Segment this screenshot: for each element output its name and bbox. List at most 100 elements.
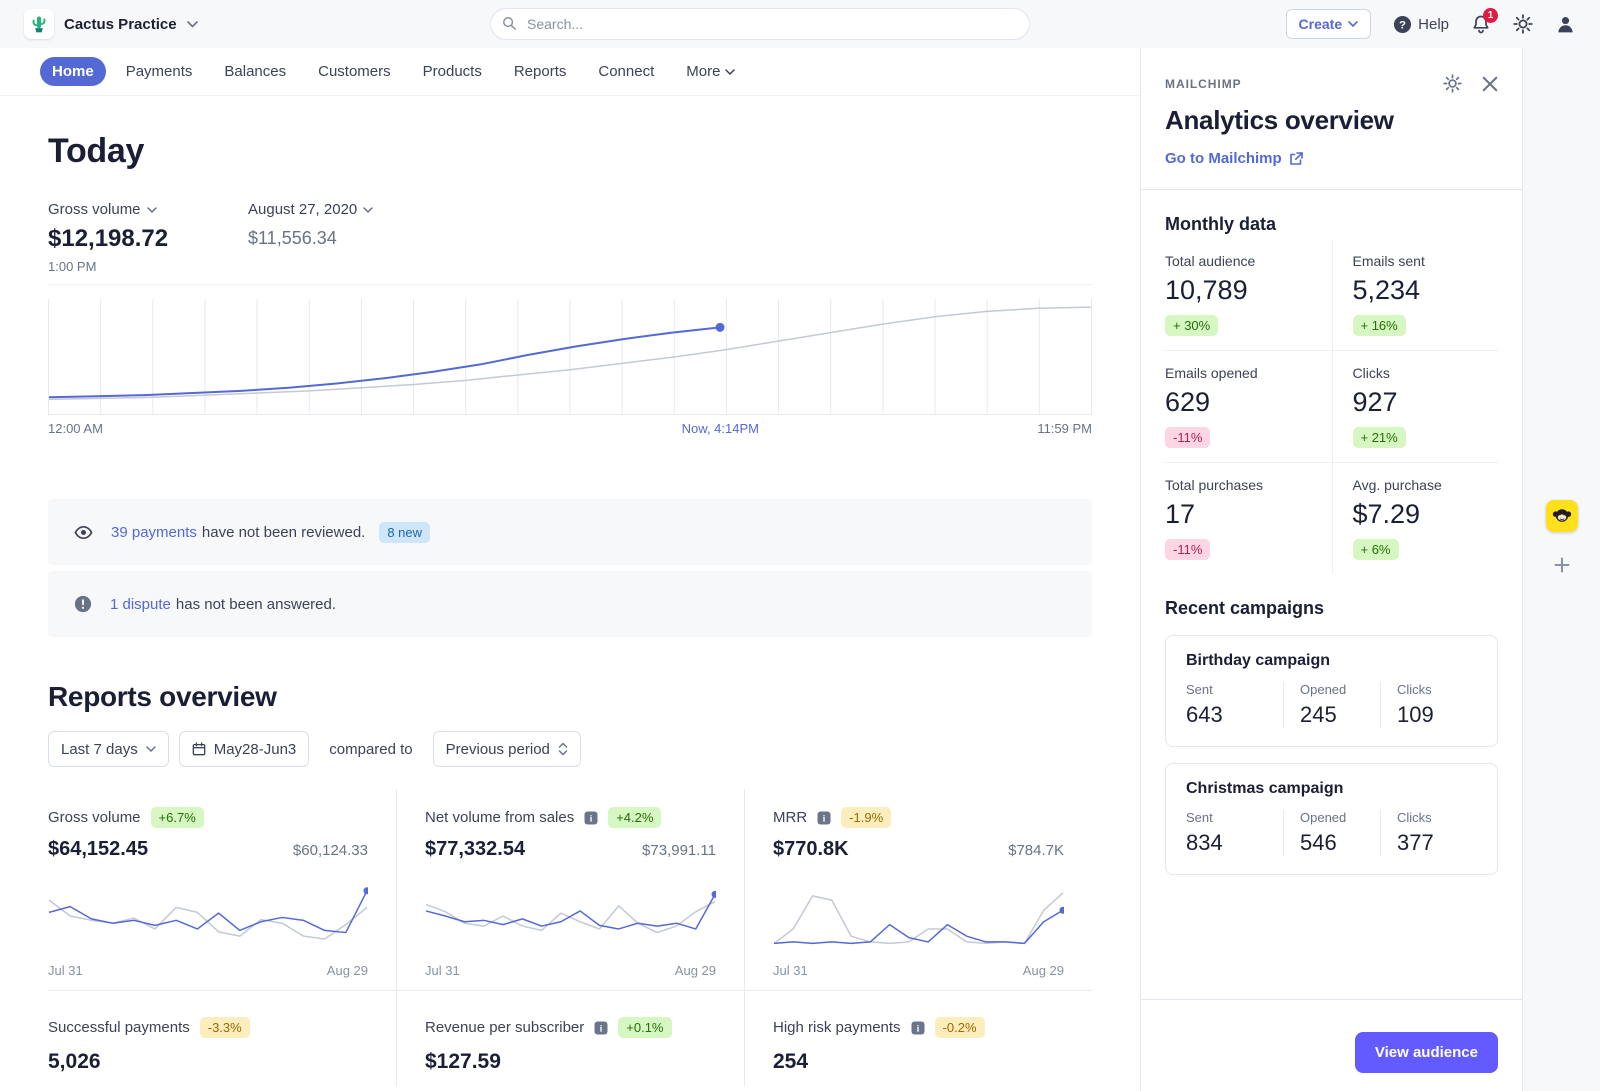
notifications-bell-button[interactable]: 1 bbox=[1471, 14, 1491, 35]
top-bar: Cactus Practice Create ? Help 1 bbox=[0, 0, 1600, 48]
info-icon: i bbox=[817, 811, 831, 825]
net-volume-card: Net volume from sales i +4.2% $77,332.54… bbox=[396, 789, 744, 990]
card-value: 5,026 bbox=[48, 1050, 368, 1074]
axis-end-label: 11:59 PM bbox=[1037, 421, 1092, 436]
card-compare-value: $784.7K bbox=[1008, 842, 1064, 859]
payments-review-link[interactable]: 39 payments bbox=[111, 524, 197, 541]
metric-value: 17 bbox=[1165, 499, 1332, 530]
tab-connect[interactable]: Connect bbox=[586, 57, 666, 86]
date-range-label: May28-Jun3 bbox=[214, 741, 297, 758]
campaign-stat-value: 546 bbox=[1300, 830, 1370, 856]
mailchimp-drawer: MAILCHIMP Analytics overview Go to Mailc… bbox=[1140, 48, 1522, 1091]
metric-label: Total audience bbox=[1165, 253, 1332, 269]
info-icon: i bbox=[911, 1021, 925, 1035]
add-app-button[interactable] bbox=[1553, 556, 1571, 574]
compare-period-select[interactable]: Previous period bbox=[433, 731, 581, 767]
campaign-stat-label: Clicks bbox=[1397, 810, 1467, 825]
mrr-card: MRR i -1.9% $770.8K $784.7K Jul 31 Aug 2… bbox=[744, 789, 1092, 990]
card-value: $64,152.45 bbox=[48, 838, 148, 861]
drawer-settings-button[interactable] bbox=[1443, 74, 1462, 93]
period-dropdown-label: Last 7 days bbox=[61, 741, 138, 758]
metric-label: Total purchases bbox=[1165, 477, 1332, 493]
dispute-link[interactable]: 1 dispute bbox=[110, 596, 171, 613]
today-stats: Gross volume $12,198.72 1:00 PM August 2… bbox=[48, 201, 1092, 285]
reports-overview-title: Reports overview bbox=[48, 681, 1092, 713]
create-button[interactable]: Create bbox=[1286, 9, 1372, 39]
go-to-mailchimp-link[interactable]: Go to Mailchimp bbox=[1165, 150, 1303, 167]
chevron-down-icon bbox=[725, 69, 735, 75]
dispute-alert: 1 dispute has not been answered. bbox=[48, 571, 1092, 637]
campaign-card-birthday: Birthday campaign Sent 643 Opened 245 Cl… bbox=[1165, 635, 1498, 747]
campaign-stat-value: 377 bbox=[1397, 830, 1467, 856]
metric-label: Emails opened bbox=[1165, 365, 1332, 381]
tab-home[interactable]: Home bbox=[40, 57, 106, 86]
tab-balances[interactable]: Balances bbox=[212, 57, 298, 86]
range-start-label: Jul 31 bbox=[773, 963, 808, 978]
payments-review-alert: 39 payments have not been reviewed. 8 ne… bbox=[48, 499, 1092, 565]
mrr-sparkline bbox=[773, 875, 1064, 957]
settings-gear-button[interactable] bbox=[1513, 14, 1533, 34]
close-icon bbox=[1482, 76, 1498, 92]
chevron-down-icon bbox=[147, 207, 157, 213]
date-range-button[interactable]: May28-Jun3 bbox=[179, 731, 310, 767]
gross-volume-value: $12,198.72 bbox=[48, 225, 248, 253]
campaign-stat-label: Sent bbox=[1186, 682, 1273, 697]
card-value: $770.8K bbox=[773, 838, 849, 861]
calendar-icon bbox=[192, 742, 206, 756]
gross-volume-selector[interactable]: Gross volume bbox=[48, 201, 248, 218]
campaign-stat-value: 643 bbox=[1186, 702, 1273, 728]
help-label: Help bbox=[1418, 16, 1449, 33]
metric-avg-purchase: Avg. purchase $7.29 + 6% bbox=[1332, 462, 1499, 574]
metric-change-badge: + 30% bbox=[1165, 315, 1218, 336]
info-icon: i bbox=[594, 1021, 608, 1035]
tab-payments[interactable]: Payments bbox=[114, 57, 205, 86]
gross-volume-card: Gross volume +6.7% $64,152.45 $60,124.33… bbox=[48, 789, 396, 990]
metric-label: Emails sent bbox=[1353, 253, 1499, 269]
card-value: 254 bbox=[773, 1050, 1064, 1074]
mailchimp-app-icon[interactable] bbox=[1546, 500, 1578, 532]
alert-circle-icon bbox=[74, 595, 92, 613]
eye-icon bbox=[74, 523, 93, 542]
account-switcher[interactable]: Cactus Practice bbox=[24, 9, 198, 39]
tab-products[interactable]: Products bbox=[411, 57, 494, 86]
compare-date-selector[interactable]: August 27, 2020 bbox=[248, 201, 373, 218]
range-end-label: Aug 29 bbox=[327, 963, 368, 978]
tab-more[interactable]: More bbox=[674, 57, 747, 86]
range-end-label: Aug 29 bbox=[1023, 963, 1064, 978]
view-audience-button[interactable]: View audience bbox=[1355, 1032, 1498, 1073]
campaign-name: Christmas campaign bbox=[1186, 780, 1477, 798]
dispute-text: has not been answered. bbox=[176, 596, 336, 613]
plus-icon bbox=[1553, 556, 1571, 574]
external-link-icon bbox=[1289, 152, 1303, 166]
metric-change-badge: -11% bbox=[1165, 539, 1210, 560]
account-name: Cactus Practice bbox=[64, 16, 177, 33]
new-payments-badge: 8 new bbox=[379, 522, 430, 543]
tab-reports[interactable]: Reports bbox=[502, 57, 579, 86]
compare-period-label: Previous period bbox=[446, 741, 550, 758]
card-label: High risk payments bbox=[773, 1019, 901, 1036]
today-gross-volume-chart bbox=[48, 299, 1092, 415]
info-icon: i bbox=[584, 811, 598, 825]
search-input[interactable] bbox=[490, 8, 1030, 40]
profile-avatar-button[interactable] bbox=[1555, 14, 1576, 35]
today-chart-axis: 12:00 AM Now, 4:14PM 11:59 PM bbox=[48, 421, 1092, 441]
change-badge: -1.9% bbox=[841, 807, 891, 828]
metric-value: 5,234 bbox=[1353, 275, 1499, 306]
go-to-mailchimp-label: Go to Mailchimp bbox=[1165, 150, 1282, 167]
gear-icon bbox=[1443, 74, 1462, 93]
chevron-down-icon bbox=[1348, 21, 1358, 27]
card-compare-value: $73,991.11 bbox=[642, 842, 716, 859]
metric-total-audience: Total audience 10,789 + 30% bbox=[1165, 239, 1332, 350]
help-button[interactable]: ? Help bbox=[1393, 15, 1449, 34]
compared-to-text: compared to bbox=[329, 741, 412, 758]
period-dropdown[interactable]: Last 7 days bbox=[48, 731, 169, 767]
drawer-close-button[interactable] bbox=[1482, 76, 1498, 92]
campaign-stat-value: 245 bbox=[1300, 702, 1370, 728]
card-compare-value: $60,124.33 bbox=[293, 842, 368, 859]
revenue-per-subscriber-card: Revenue per subscriber i +0.1% $127.59 bbox=[396, 990, 744, 1086]
tab-customers[interactable]: Customers bbox=[306, 57, 403, 86]
card-label: Net volume from sales bbox=[425, 809, 574, 826]
card-label: Gross volume bbox=[48, 809, 141, 826]
tab-more-label: More bbox=[686, 63, 720, 80]
card-value: $77,332.54 bbox=[425, 838, 525, 861]
